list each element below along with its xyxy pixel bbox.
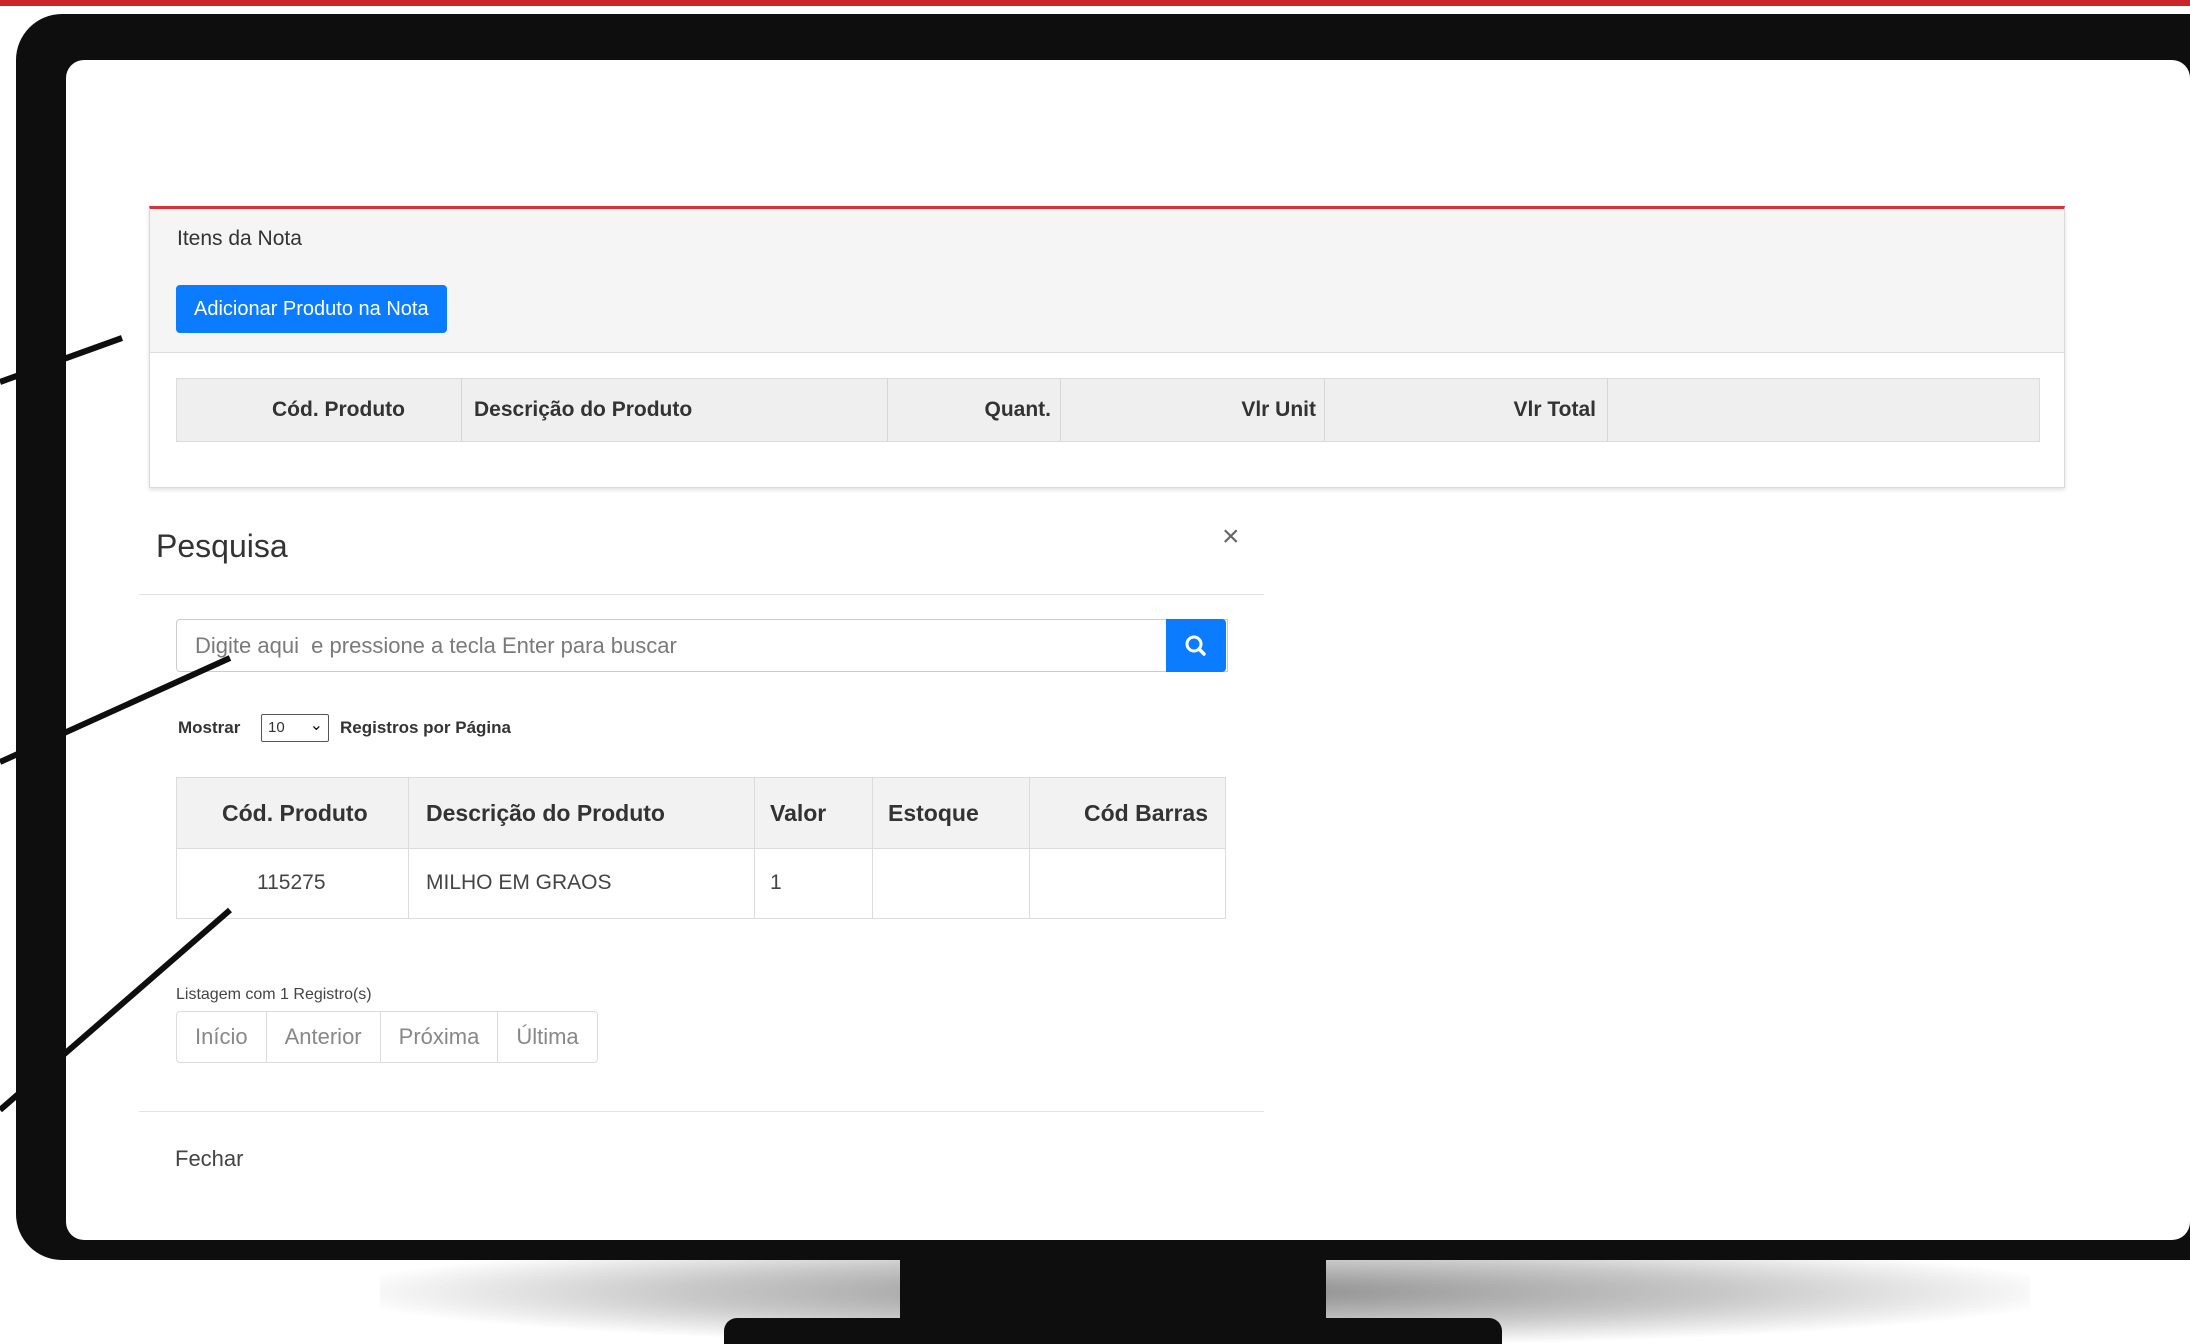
invoice-items-panel: Itens da Nota Adicionar Produto na Nota … — [149, 206, 2065, 488]
panel-title: Itens da Nota — [177, 227, 302, 250]
modal-header-divider — [139, 594, 1264, 595]
column-divider — [754, 778, 755, 918]
col-header-value: Valor — [770, 800, 827, 826]
chevron-down-icon: ⌄ — [309, 717, 323, 734]
col-header-product-description: Descrição do Produto — [474, 398, 693, 421]
col-header-quantity: Quant. — [984, 398, 1052, 421]
column-divider — [1607, 379, 1608, 441]
search-results-table: Cód. Produto Descrição do Produto Valor … — [176, 777, 1226, 919]
per-page-select[interactable]: 10 ⌄ — [261, 714, 329, 742]
monitor-screen: Itens da Nota Adicionar Produto na Nota … — [66, 60, 2190, 1240]
column-divider — [408, 778, 409, 918]
col-header-barcode: Cód Barras — [1084, 800, 1208, 826]
pagination: Início Anterior Próxima Última — [176, 1011, 598, 1063]
cell-value[interactable]: 1 — [770, 848, 782, 918]
search-modal-title: Pesquisa — [156, 528, 288, 564]
cell-product-description[interactable]: MILHO EM GRAOS — [426, 848, 612, 918]
col-header-product-code: Cód. Produto — [222, 800, 368, 826]
col-header-product-description: Descrição do Produto — [426, 800, 665, 826]
monitor-stand-base — [724, 1318, 1502, 1344]
add-product-button[interactable]: Adicionar Produto na Nota — [176, 285, 447, 333]
col-header-total-value: Vlr Total — [1513, 398, 1596, 421]
column-divider — [887, 379, 888, 441]
per-page-suffix-label: Registros por Página — [340, 718, 511, 737]
column-divider — [1060, 379, 1061, 441]
column-divider — [1324, 379, 1325, 441]
search-icon — [1185, 635, 1206, 656]
col-header-unit-value: Vlr Unit — [1241, 398, 1316, 421]
monitor-stand-neck — [900, 1250, 1326, 1322]
monitor-bezel: Itens da Nota Adicionar Produto na Nota … — [16, 14, 2190, 1260]
modal-footer-divider — [139, 1111, 1264, 1112]
cell-product-code[interactable]: 115275 — [257, 848, 326, 918]
close-icon[interactable]: × — [1222, 520, 1240, 554]
show-label: Mostrar — [178, 718, 241, 737]
col-header-product-code: Cód. Produto — [272, 398, 405, 421]
column-divider — [872, 778, 873, 918]
close-button[interactable]: Fechar — [175, 1146, 243, 1172]
search-input[interactable] — [176, 619, 1228, 672]
column-divider — [461, 379, 462, 441]
records-count-text: Listagem com 1 Registro(s) — [176, 986, 372, 1003]
col-header-stock: Estoque — [888, 800, 979, 826]
page-last-button[interactable]: Última — [498, 1012, 596, 1062]
per-page-value: 10 — [268, 719, 285, 736]
column-divider — [1029, 778, 1030, 918]
top-accent-line — [0, 0, 2190, 6]
page-previous-button[interactable]: Anterior — [267, 1012, 381, 1062]
invoice-items-table-header: Cód. Produto Descrição do Produto Quant.… — [176, 378, 2040, 442]
panel-header: Itens da Nota Adicionar Produto na Nota — [150, 209, 2064, 353]
page-next-button[interactable]: Próxima — [381, 1012, 499, 1062]
search-button[interactable] — [1166, 619, 1226, 672]
page-first-button[interactable]: Início — [177, 1012, 267, 1062]
